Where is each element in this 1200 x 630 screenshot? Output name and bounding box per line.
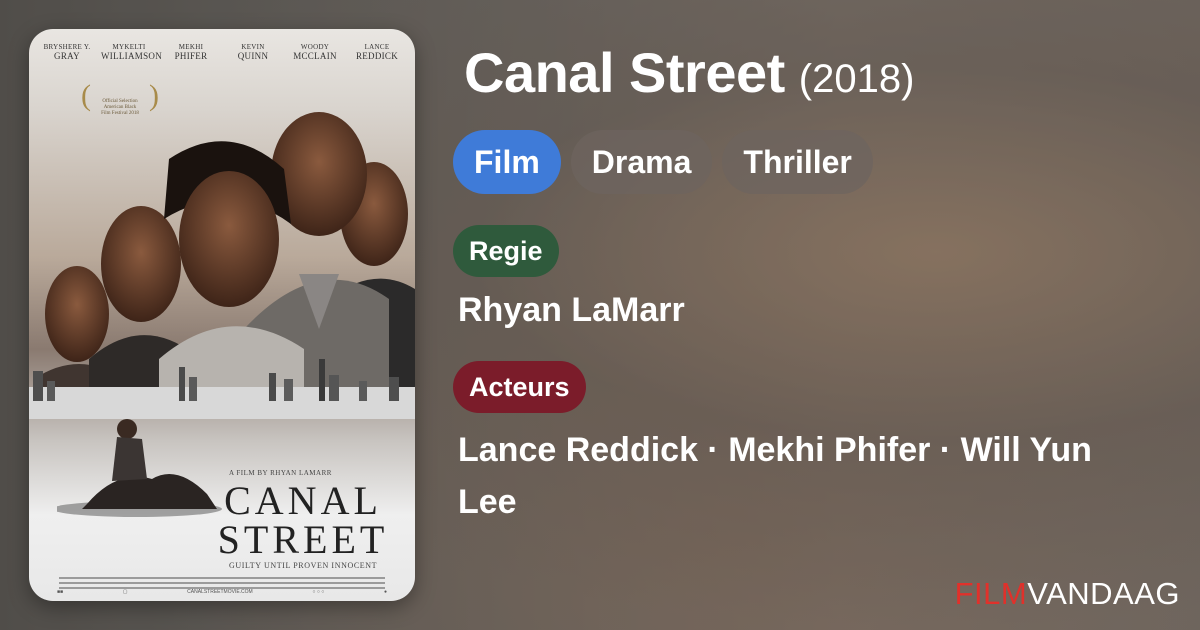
movie-poster: BRYSHERE Y. GRAY MYKELTI WILLIAMSON MEKHI P… [29,29,415,601]
studio-logo-icon: ■■ [57,589,64,595]
distributor-logo-icon: ● [383,589,387,595]
genre-chips: Film Drama Thriller [453,130,873,194]
poster-logo-row: ■■ ▢ CANALSTREETMOVIE.COM ○ ○ ○ ● [57,589,387,595]
regie-label-badge: Regie [453,225,559,277]
genre-chip-film[interactable]: Film [453,130,561,194]
filmvandaag-logo[interactable]: FILMVANDAAG [955,576,1180,612]
poster-cast-name: LANCE REDDICK [355,43,399,61]
rating-badge-icon: ▢ [122,589,128,595]
director-name[interactable]: Rhyan LaMarr [458,291,685,330]
poster-cast-name: BRYSHERE Y. GRAY [43,43,91,61]
movie-title-row: Canal Street (2018) [464,40,914,105]
acteurs-label-badge: Acteurs [453,361,586,413]
genre-chip-drama[interactable]: Drama [570,130,713,194]
poster-title: CANAL STREET [217,478,389,562]
genre-chip-thriller[interactable]: Thriller [722,130,873,194]
movie-title: Canal Street [464,41,785,104]
social-icons: ○ ○ ○ [312,589,325,595]
poster-cast-name: MEKHI PHIFER [174,43,208,61]
poster-website: CANALSTREETMOVIE.COM [187,589,253,595]
movie-year: (2018) [798,57,915,101]
poster-cast-name: WOODY MCCLAIN [293,43,337,61]
poster-cast-row: BRYSHERE Y. GRAY MYKELTI WILLIAMSON MEKHI P… [39,43,405,61]
poster-film-by: A FILM BY RHYAN LAMARR [229,469,332,477]
actor-list[interactable]: Lance Reddick · Mekhi Phifer · Will Yun … [458,424,1148,528]
poster-cast-name: KEVIN QUINN [237,43,269,61]
poster-tagline: GUILTY UNTIL PROVEN INNOCENT [229,561,378,570]
poster-cast-name: MYKELTI WILLIAMSON [101,43,162,61]
